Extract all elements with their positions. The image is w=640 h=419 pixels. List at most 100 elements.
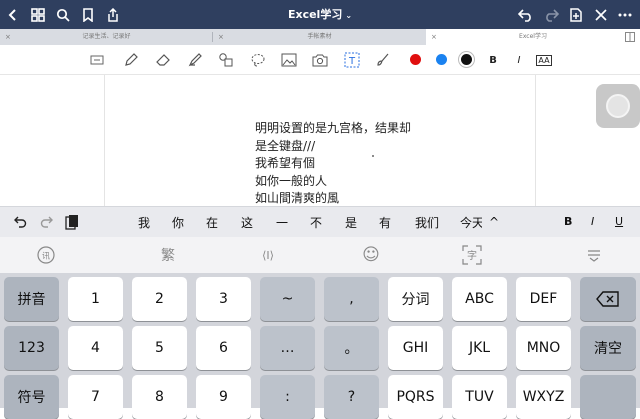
color-blue-swatch[interactable] [436,54,447,65]
search-icon[interactable] [52,4,74,26]
candidate-word[interactable]: 有 [379,214,391,231]
candidate-word[interactable]: 这 [241,214,253,231]
assistive-touch-button[interactable] [596,84,640,128]
tab-bar: × 记录生活、记录好 × 手帐素材 × Excel学习 [0,29,640,45]
undo-icon[interactable] [12,213,30,231]
italic-button[interactable]: I [509,50,529,70]
backspace-icon [596,291,620,307]
pen-icon[interactable] [121,50,141,70]
note-canvas[interactable]: 明明设置的是九宫格，结果却 是全键盘/// 我希望有個 如你一般的人 如山間清爽… [0,75,640,206]
tag-icon[interactable] [87,50,107,70]
scan-text-icon[interactable]: 字 [461,244,483,266]
candidate-word[interactable]: 是 [345,214,357,231]
key-clear[interactable]: 清空 [580,326,636,370]
tab-overview-icon[interactable] [624,31,636,43]
collapse-candidates-button[interactable]: ^ [489,215,499,229]
candidate-word[interactable]: 我 [138,214,150,231]
key-tuv[interactable]: TUV [452,375,507,419]
candidate-word[interactable]: 不 [310,214,322,231]
key-colon[interactable]: : [260,375,315,419]
key-period[interactable]: 。 [324,326,379,370]
key-6[interactable]: 6 [196,326,251,370]
eraser-icon[interactable] [153,50,173,70]
image-icon[interactable] [279,50,299,70]
key-7[interactable]: 7 [68,375,123,419]
key-3[interactable]: 3 [196,277,251,321]
clipboard-icon[interactable] [63,213,81,231]
key-123[interactable]: 123 [4,326,59,370]
grid-icon[interactable] [27,4,49,26]
color-red-swatch[interactable] [410,54,421,65]
keyboard-function-row: 讯 繁 ⟨I⟩ ☺ 字 [0,237,640,273]
highlighter-icon[interactable] [185,50,205,70]
candidate-word[interactable]: 我们 [415,214,439,231]
lasso-icon[interactable] [248,50,268,70]
key-mno[interactable]: MNO [516,326,571,370]
tab-life-record[interactable]: × 记录生活、记录好 [0,29,213,45]
candidate-word[interactable]: 一 [276,214,288,231]
key-ellipsis[interactable]: … [260,326,315,370]
tool-bar: T B I AA [0,45,640,75]
candidate-bar: 我 你 在 这 一 不 是 有 我们 今天 ^ B I U [0,206,640,237]
key-symbol[interactable]: 符号 [4,375,59,419]
bookmark-icon[interactable] [77,4,99,26]
font-size-button[interactable]: AA [536,55,552,66]
key-def[interactable]: DEF [516,277,571,321]
color-black-swatch[interactable] [461,54,472,65]
undo-icon[interactable] [515,4,537,26]
tab-excel-study[interactable]: × Excel学习 [426,29,640,45]
key-9[interactable]: 9 [196,375,251,419]
keyboard: 拼音 1 2 3 ~ , 分词 ABC DEF 123 4 5 6 … 。 GH… [0,273,640,419]
cursor-control-button[interactable]: ⟨I⟩ [257,244,279,266]
candidate-word[interactable]: 你 [172,214,184,231]
underline-button[interactable]: U [615,215,623,228]
more-icon[interactable] [614,4,636,26]
close-icon[interactable] [590,4,612,26]
redo-icon[interactable] [37,213,55,231]
key-question[interactable]: ? [324,375,379,419]
brush-icon[interactable] [373,50,393,70]
note-line: 如山間清爽的風 [255,191,340,205]
redo-icon[interactable] [540,4,562,26]
key-8[interactable]: 8 [132,375,187,419]
svg-text:T: T [348,56,356,67]
key-5[interactable]: 5 [132,326,187,370]
key-jkl[interactable]: JKL [452,326,507,370]
camera-icon[interactable] [310,50,330,70]
hide-keyboard-icon[interactable] [583,244,605,266]
emoji-icon[interactable]: ☺ [360,244,382,266]
key-backspace[interactable] [580,277,636,321]
note-line: 是全键盘/// [255,138,316,153]
key-pinyin[interactable]: 拼音 [4,277,59,321]
svg-text:字: 字 [467,249,477,262]
add-page-icon[interactable] [565,4,587,26]
traditional-chinese-button[interactable]: 繁 [157,244,179,266]
key-tilde[interactable]: ~ [260,277,315,321]
key-comma[interactable]: , [324,277,379,321]
key-abc[interactable]: ABC [452,277,507,321]
bold-button[interactable]: B [483,50,503,70]
shapes-icon[interactable] [216,50,236,70]
key-1[interactable]: 1 [68,277,123,321]
title-bar: Excel学习 ⌄ [0,0,640,29]
note-line: 明明设置的是九宫格，结果却 [255,121,412,135]
svg-text:讯: 讯 [42,252,50,261]
key-ghi[interactable]: GHI [388,326,443,370]
note-text[interactable]: 明明设置的是九宫格，结果却 是全键盘/// 我希望有個 如你一般的人 如山間清爽… [255,120,411,208]
tab-journal-material[interactable]: × 手帐素材 [213,29,426,45]
key-row3-function[interactable] [580,375,636,419]
voice-input-icon[interactable]: 讯 [35,244,57,266]
text-tool-icon[interactable]: T [342,50,362,70]
key-segment[interactable]: 分词 [388,277,443,321]
key-4[interactable]: 4 [68,326,123,370]
key-pqrs[interactable]: PQRS [388,375,443,419]
candidate-word[interactable]: 今天 [460,214,482,231]
share-icon[interactable] [102,4,124,26]
note-line: 我希望有個 [255,156,316,170]
italic-button[interactable]: I [591,215,594,228]
key-2[interactable]: 2 [132,277,187,321]
bold-button[interactable]: B [564,215,572,228]
key-wxyz[interactable]: WXYZ [516,375,571,419]
candidate-word[interactable]: 在 [206,214,218,231]
back-icon[interactable] [2,4,24,26]
